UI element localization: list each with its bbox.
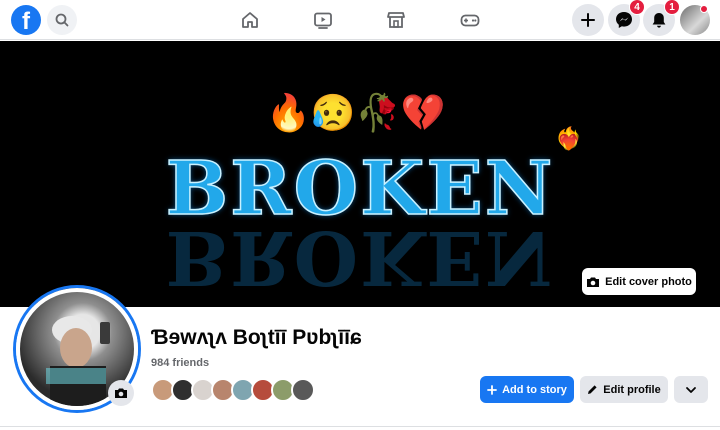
section-divider xyxy=(0,426,720,427)
search-icon xyxy=(55,13,69,27)
edit-profile-label: Edit profile xyxy=(603,383,661,396)
more-options-button[interactable] xyxy=(674,376,708,403)
friend-avatar[interactable] xyxy=(291,378,315,402)
add-to-story-button[interactable]: Add to story xyxy=(480,376,574,403)
edit-cover-photo-button[interactable]: Edit cover photo xyxy=(582,268,696,295)
home-icon xyxy=(242,12,258,28)
marketplace-icon xyxy=(387,12,405,28)
update-profile-picture-button[interactable] xyxy=(108,380,134,406)
pencil-icon xyxy=(588,385,597,394)
top-navigation-bar: f 4 1 xyxy=(0,0,720,40)
plus-icon xyxy=(581,13,595,27)
nav-home[interactable] xyxy=(238,8,262,32)
game-controller-icon xyxy=(460,14,480,27)
camera-icon xyxy=(115,388,127,398)
add-to-story-label: Add to story xyxy=(502,383,567,396)
facebook-logo[interactable]: f xyxy=(11,5,41,35)
edit-profile-button[interactable]: Edit profile xyxy=(580,376,668,403)
notifications-button[interactable]: 1 xyxy=(643,0,680,36)
chevron-down-icon xyxy=(686,386,696,393)
account-alert-dot xyxy=(700,5,708,13)
cover-emojis: 🔥😥🥀💔 xyxy=(266,92,446,133)
friends-count[interactable]: 984 friends xyxy=(151,357,209,369)
nav-gaming[interactable] xyxy=(458,8,482,32)
nav-marketplace[interactable] xyxy=(384,8,408,32)
profile-name: Ɓɘwʌʅʌ Boʅtīī Pʋbʅīīɕ xyxy=(151,326,362,349)
search-button[interactable] xyxy=(47,5,77,35)
messenger-button[interactable]: 4 xyxy=(608,0,645,36)
nav-watch[interactable] xyxy=(311,8,335,32)
create-button[interactable] xyxy=(572,4,604,36)
video-icon xyxy=(314,12,332,29)
plus-icon xyxy=(487,384,498,395)
camera-icon xyxy=(587,277,600,287)
edit-cover-label: Edit cover photo xyxy=(605,275,692,288)
notifications-badge: 1 xyxy=(664,0,680,15)
